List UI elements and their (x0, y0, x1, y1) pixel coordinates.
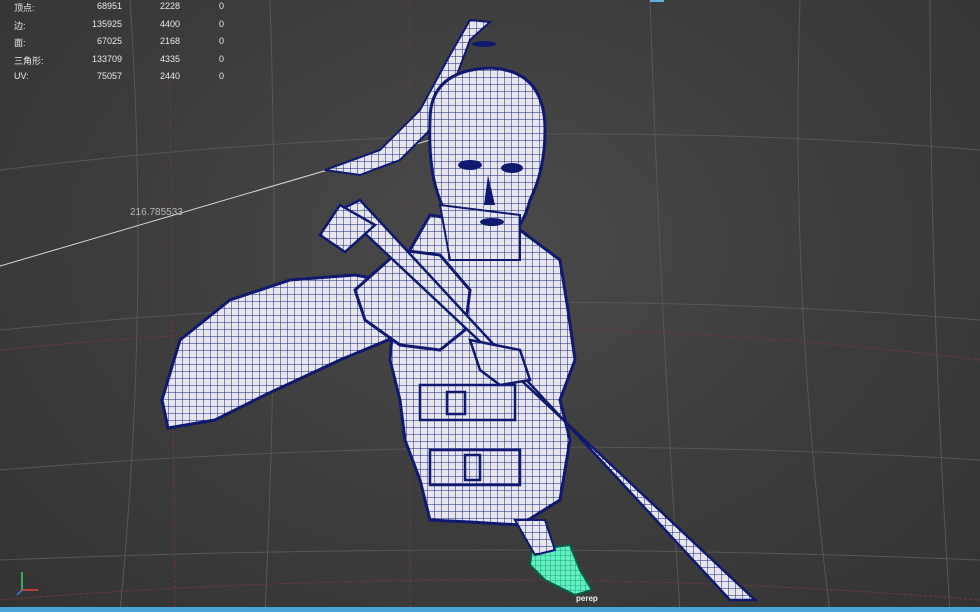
hud-row-faces: 面: 67025 2168 0 (14, 36, 244, 54)
distance-readout: 216.785533 (130, 207, 183, 218)
hud-label: 顶点: (14, 3, 35, 13)
hud-total: 67025 (96, 36, 122, 46)
hud-row-triangles: 三角形: 133709 4335 0 (14, 54, 244, 72)
hud-compare: 0 (218, 1, 224, 11)
hud-compare: 0 (218, 18, 224, 29)
hud-total: 135925 (91, 18, 122, 29)
hud-selected: 2168 (159, 36, 180, 46)
hair-tip (472, 41, 496, 47)
panel-edge-highlight (650, 0, 664, 2)
hud-label: UV: (14, 71, 29, 81)
neck-mesh (438, 203, 521, 261)
status-bar (0, 607, 980, 612)
hud-total: 75057 (96, 71, 122, 81)
axis-gizmo-icon (16, 572, 38, 596)
object-name-label: perep (576, 594, 598, 603)
scene-canvas[interactable] (0, 0, 980, 612)
hud-label: 边: (14, 20, 26, 31)
hud-compare: 0 (218, 36, 224, 46)
hud-label: 三角形: (14, 55, 44, 66)
hud-selected: 2440 (159, 71, 180, 81)
hud-label: 面: (14, 38, 26, 48)
hud-row-vertices: 顶点: 68951 2228 0 (14, 1, 244, 19)
hud-selected: 4335 (159, 53, 180, 64)
hud-total: 133709 (91, 53, 122, 64)
hud-row-uvs: UV: 75057 2440 0 (14, 71, 244, 89)
hud-row-edges: 边: 135925 4400 0 (14, 19, 244, 37)
hud-selected: 4400 (159, 18, 180, 29)
hud-total: 68951 (96, 1, 122, 11)
3d-viewport[interactable]: 顶点: 68951 2228 0 边: 135925 4400 0 面: 670… (0, 0, 980, 612)
hud-compare: 0 (218, 71, 224, 81)
hud-selected: 2228 (159, 1, 180, 11)
poly-count-hud: 顶点: 68951 2228 0 边: 135925 4400 0 面: 670… (14, 1, 244, 89)
hud-compare: 0 (218, 53, 224, 64)
